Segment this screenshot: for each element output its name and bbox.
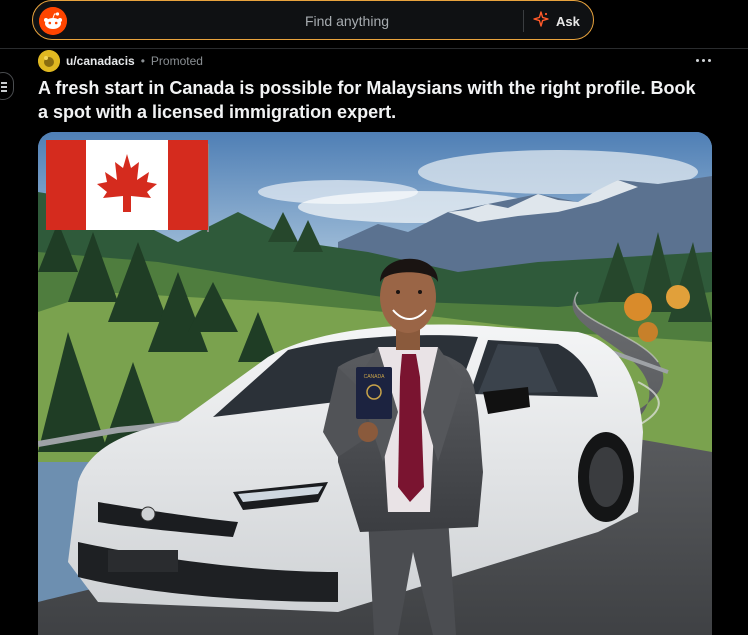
more-options-icon[interactable]	[692, 52, 714, 68]
passport-text: CANADA	[364, 374, 386, 380]
menu-toggle-icon[interactable]	[0, 72, 14, 100]
canada-flag-icon	[46, 140, 209, 232]
search-bar[interactable]: Find anything Ask	[32, 0, 594, 40]
sparkle-icon	[533, 10, 549, 32]
author-link[interactable]: u/canadacis	[66, 54, 135, 68]
meta-separator: •	[140, 54, 145, 68]
post-title[interactable]: A fresh start in Canada is possible for …	[38, 76, 698, 124]
top-header: Find anything Ask	[0, 0, 748, 49]
avatar[interactable]	[38, 50, 60, 72]
post-image[interactable]: CANADA	[38, 132, 712, 635]
ask-button[interactable]: Ask	[533, 1, 593, 41]
promoted-label: Promoted	[150, 54, 203, 68]
search-divider	[523, 10, 524, 32]
ask-label: Ask	[556, 13, 580, 29]
post-meta: u/canadacis • Promoted	[38, 49, 203, 73]
